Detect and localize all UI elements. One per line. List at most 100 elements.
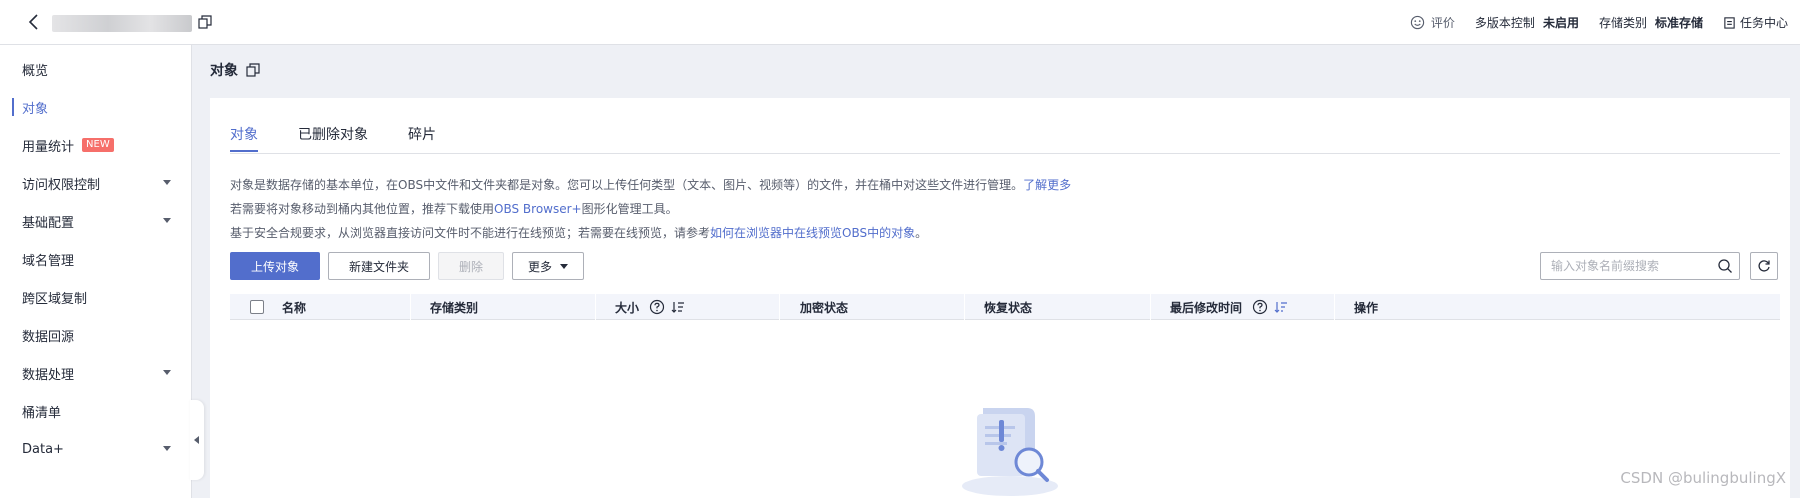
copy-icon[interactable] (246, 63, 260, 77)
sidebar-item-label: 访问权限控制 (22, 177, 101, 193)
tab-deleted-objects[interactable]: 已删除对象 (298, 124, 368, 144)
sidebar-item-data-processing[interactable]: 数据处理 (0, 361, 191, 385)
sidebar-item-domain[interactable]: 域名管理 (0, 247, 191, 271)
caret-down-icon (163, 446, 171, 451)
chevron-left-icon[interactable] (24, 12, 44, 32)
sidebar-item-objects[interactable]: 对象 (0, 95, 191, 119)
column-label: 加密状态 (800, 300, 849, 315)
column-divider (1334, 294, 1335, 320)
sidebar-item-label: 跨区域复制 (22, 291, 88, 307)
rate-link[interactable]: 评价 (1410, 14, 1455, 31)
sidebar-item-basic-config[interactable]: 基础配置 (0, 209, 191, 233)
more-dropdown-button[interactable]: 更多 (512, 252, 584, 280)
caret-down-icon (163, 180, 171, 185)
page-title: 对象 (210, 60, 260, 80)
description-text: 。 (915, 226, 928, 240)
bucket-name-redacted (52, 15, 192, 32)
search-box (1540, 252, 1740, 280)
description-text: 图形化管理工具。 (581, 202, 678, 216)
sidebar: 概览 对象 用量统计 NEW 访问权限控制 基础配置 域名管理 跨区域复制 数据… (0, 45, 192, 498)
sidebar-collapse-handle[interactable] (190, 400, 204, 480)
sidebar-item-overview[interactable]: 概览 (0, 57, 191, 81)
sidebar-item-access-control[interactable]: 访问权限控制 (0, 171, 191, 195)
task-center-link[interactable]: 任务中心 (1723, 14, 1788, 31)
new-folder-label: 新建文件夹 (348, 259, 409, 274)
top-bar: 评价 多版本控制 未启用 存储类别 标准存储 任务中心 (0, 0, 1800, 45)
new-folder-button[interactable]: 新建文件夹 (328, 252, 430, 280)
search-input[interactable] (1541, 253, 1701, 279)
sidebar-item-label: 域名管理 (22, 253, 75, 269)
column-last-modified[interactable]: 最后修改时间 (1170, 294, 1288, 320)
storage-class-value: 标准存储 (1654, 15, 1703, 30)
select-all-checkbox[interactable] (250, 300, 264, 314)
sidebar-item-label: 桶清单 (22, 405, 62, 421)
description-line-3: 基于安全合规要求，从浏览器直接访问文件时不能进行在线预览；若需要在线预览，请参考… (230, 224, 927, 241)
column-label: 名称 (282, 300, 307, 315)
empty-state-illustration (962, 408, 1058, 496)
sort-icon[interactable] (671, 300, 685, 314)
caret-down-icon (560, 263, 568, 269)
sidebar-item-data-plus[interactable]: Data+ (0, 437, 191, 461)
caret-down-icon (163, 370, 171, 375)
sidebar-item-label: 对象 (22, 101, 49, 117)
column-label: 最后修改时间 (1170, 300, 1243, 315)
tab-fragments[interactable]: 碎片 (408, 124, 436, 144)
sidebar-item-label: 数据处理 (22, 367, 75, 383)
column-divider (964, 294, 965, 320)
column-name[interactable]: 名称 (282, 294, 306, 320)
column-encryption[interactable]: 加密状态 (800, 294, 848, 320)
help-icon[interactable] (1252, 299, 1268, 315)
sidebar-item-back-to-source[interactable]: 数据回源 (0, 323, 191, 347)
upload-object-button[interactable]: 上传对象 (230, 252, 320, 280)
obs-browser-link[interactable]: OBS Browser+ (494, 202, 582, 216)
new-badge: NEW (82, 138, 114, 152)
online-preview-link[interactable]: 如何在浏览器中在线预览OBS中的对象 (710, 226, 915, 240)
watermark: CSDN @bulingbulingX (1620, 469, 1786, 487)
tab-objects[interactable]: 对象 (230, 124, 258, 152)
description-line-2: 若需要将对象移动到桶内其他位置，推荐下载使用OBS Browser+图形化管理工… (230, 200, 678, 217)
column-size[interactable]: 大小 (615, 294, 685, 320)
column-label: 操作 (1354, 300, 1379, 315)
column-restore-status[interactable]: 恢复状态 (984, 294, 1032, 320)
more-label: 更多 (527, 259, 552, 274)
storage-class-status: 存储类别 标准存储 (1599, 14, 1703, 31)
sidebar-item-usage[interactable]: 用量统计 NEW (0, 133, 191, 157)
upload-object-label: 上传对象 (250, 259, 299, 274)
page-title-text: 对象 (210, 63, 238, 79)
description-text: 对象是数据存储的基本单位，在OBS中文件和文件夹都是对象。您可以上传任何类型（文… (230, 178, 1024, 192)
table-header: 名称 存储类别 大小 加密状态 恢复状态 最后修改时间 操作 (230, 294, 1780, 320)
description-text: 若需要将对象移动到桶内其他位置，推荐下载使用 (230, 202, 495, 216)
refresh-button[interactable] (1750, 252, 1778, 280)
sidebar-item-replication[interactable]: 跨区域复制 (0, 285, 191, 309)
sidebar-item-label: 数据回源 (22, 329, 75, 345)
storage-class-label: 存储类别 (1598, 15, 1647, 30)
sidebar-item-label: Data+ (22, 441, 64, 457)
sidebar-item-inventory[interactable]: 桶清单 (0, 399, 191, 423)
column-storage-class[interactable]: 存储类别 (430, 294, 478, 320)
versioning-label: 多版本控制 (1474, 15, 1535, 30)
clipboard-icon (1724, 16, 1735, 29)
versioning-value: 未启用 (1542, 15, 1579, 30)
column-actions: 操作 (1354, 294, 1378, 320)
sidebar-item-label: 用量统计 (22, 139, 75, 155)
column-divider (779, 294, 780, 320)
column-label: 恢复状态 (984, 300, 1033, 315)
delete-button[interactable]: 删除 (438, 252, 504, 280)
help-icon[interactable] (649, 299, 665, 315)
smile-icon (1410, 15, 1425, 29)
refresh-icon (1758, 260, 1770, 272)
versioning-status: 多版本控制 未启用 (1475, 14, 1579, 31)
delete-label: 删除 (458, 259, 483, 274)
content-card: 对象 已删除对象 碎片 对象是数据存储的基本单位，在OBS中文件和文件夹都是对象… (210, 98, 1790, 498)
sort-descending-icon[interactable] (1274, 300, 1288, 314)
copy-icon[interactable] (198, 15, 212, 29)
task-center-label: 任务中心 (1739, 15, 1788, 30)
search-icon[interactable] (1717, 258, 1733, 274)
top-right-info: 评价 多版本控制 未启用 存储类别 标准存储 任务中心 (1390, 0, 1788, 44)
rate-label: 评价 (1430, 15, 1455, 30)
column-divider (595, 294, 596, 320)
learn-more-link[interactable]: 了解更多 (1023, 178, 1071, 192)
description-text: 基于安全合规要求，从浏览器直接访问文件时不能进行在线预览；若需要在线预览，请参考 (230, 226, 711, 240)
column-divider (1150, 294, 1151, 320)
caret-down-icon (163, 218, 171, 223)
